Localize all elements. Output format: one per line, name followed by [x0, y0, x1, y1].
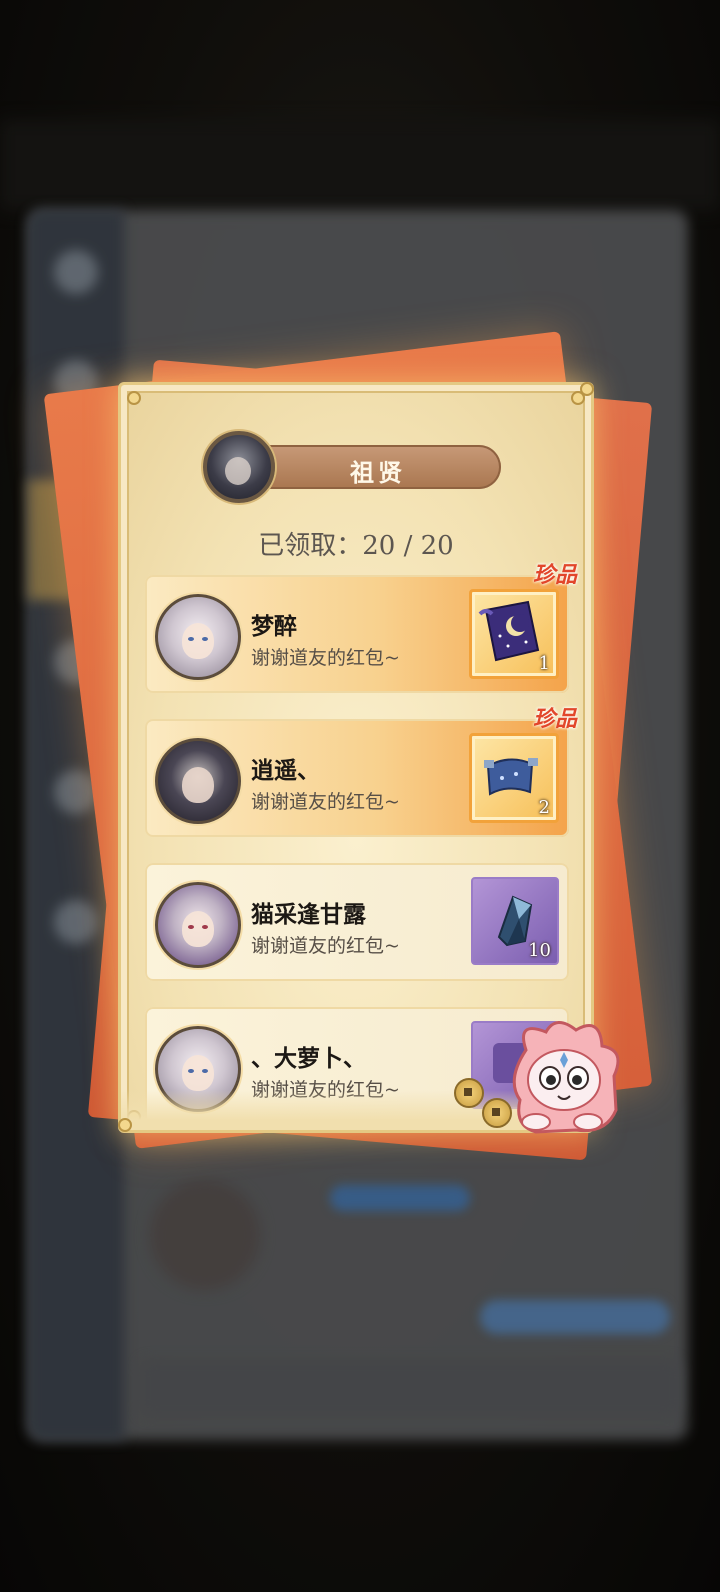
coin-icon: [454, 1078, 484, 1108]
thank-message: 谢谢道友的红包~: [251, 791, 400, 813]
host-avatar[interactable]: [203, 431, 275, 503]
thank-message: 谢谢道友的红包~: [251, 647, 400, 669]
claim-row: 猫采逢甘露 谢谢道友的红包~ 10: [145, 863, 569, 981]
avatar[interactable]: [155, 882, 241, 968]
host-name-banner: 祖贤: [255, 445, 501, 489]
avatar[interactable]: [155, 594, 241, 680]
item-quantity: 10: [528, 940, 551, 961]
avatar[interactable]: [155, 738, 241, 824]
game-screen: 祖贤 已领取：20 / 20 梦醉 谢谢道友的红包~ 1 珍品 逍遥、 谢谢道友…: [0, 0, 720, 1592]
reward-slot[interactable]: 2: [469, 733, 559, 823]
mascot-lion-icon: [512, 1021, 620, 1134]
host-name: 祖贤: [350, 458, 406, 487]
player-name: 猫采逢甘露: [251, 901, 366, 928]
reward-slot[interactable]: 10: [471, 877, 559, 965]
player-name: 逍遥、: [251, 757, 320, 784]
player-name: 、大萝卜、: [251, 1045, 366, 1072]
rare-tag: 珍品: [532, 706, 577, 732]
player-name: 梦醉: [251, 613, 297, 640]
corner-ornament: [118, 1118, 132, 1132]
rare-tag: 珍品: [532, 562, 577, 588]
claim-row: 梦醉 谢谢道友的红包~ 1 珍品: [145, 562, 577, 693]
item-quantity: 1: [538, 653, 550, 674]
corner-ornament: [127, 391, 141, 405]
item-quantity: 2: [538, 797, 550, 818]
claim-row: 逍遥、 谢谢道友的红包~ 2 珍品: [145, 706, 577, 837]
claim-count: 已领取：20 / 20: [258, 531, 454, 561]
reward-slot[interactable]: 1: [469, 589, 559, 679]
corner-ornament: [580, 382, 594, 396]
thank-message: 谢谢道友的红包~: [251, 935, 400, 957]
